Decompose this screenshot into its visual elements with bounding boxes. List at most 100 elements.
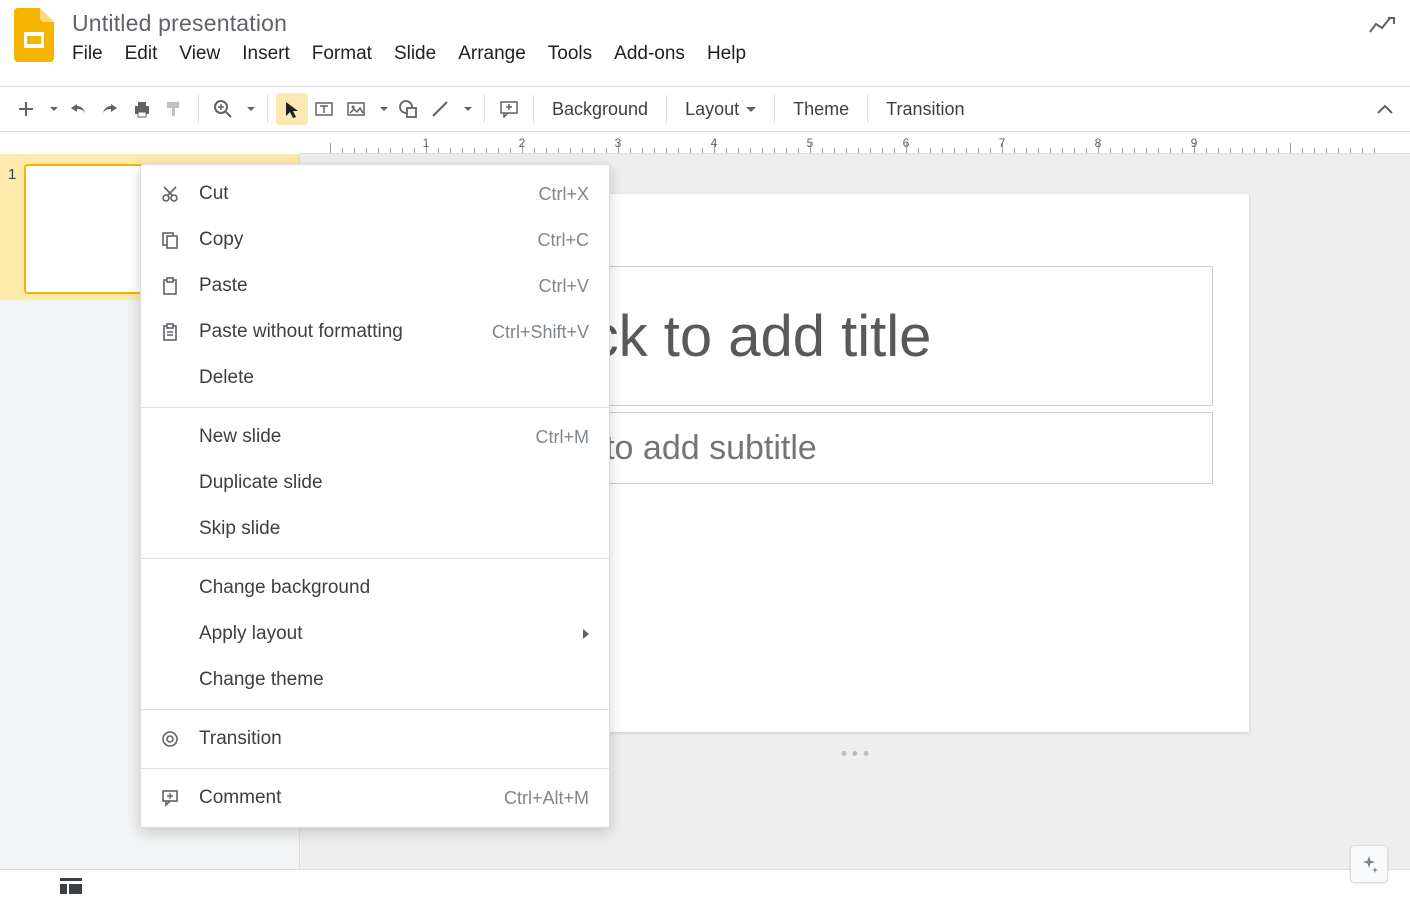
collapse-toolbar-button[interactable] (1376, 103, 1400, 115)
layout-label: Layout (685, 99, 739, 119)
blank-icon (161, 670, 187, 690)
context-copy[interactable]: Copy Ctrl+C (141, 217, 609, 263)
context-paste[interactable]: Paste Ctrl+V (141, 263, 609, 309)
ruler-tick-8: 8 (1095, 136, 1102, 150)
menu-edit[interactable]: Edit (125, 43, 158, 65)
select-tool[interactable] (276, 93, 308, 125)
ruler-tick-1: 1 (423, 136, 430, 150)
toolbar: Background Layout Theme Transition (0, 86, 1410, 132)
menu-view[interactable]: View (179, 43, 220, 65)
redo-button[interactable] (94, 93, 126, 125)
document-title[interactable]: Untitled presentation (72, 10, 1368, 37)
context-change-background[interactable]: Change background (141, 565, 609, 611)
menu-insert[interactable]: Insert (242, 43, 290, 65)
footer (0, 869, 1410, 901)
context-shortcut: Ctrl+Shift+V (492, 322, 589, 343)
context-separator (141, 407, 609, 408)
theme-button[interactable]: Theme (783, 99, 859, 120)
textbox-tool[interactable] (308, 93, 340, 125)
context-label: Comment (199, 787, 281, 809)
menu-format[interactable]: Format (312, 43, 372, 65)
context-comment[interactable]: Comment Ctrl+Alt+M (141, 775, 609, 821)
print-button[interactable] (126, 93, 158, 125)
new-slide-dropdown[interactable] (42, 93, 62, 125)
paste-plain-icon (161, 322, 187, 342)
menu-add-ons[interactable]: Add-ons (614, 43, 685, 65)
blank-icon (161, 624, 187, 644)
context-separator (141, 768, 609, 769)
context-new-slide[interactable]: New slide Ctrl+M (141, 414, 609, 460)
context-shortcut: Ctrl+V (538, 276, 589, 297)
context-delete[interactable]: Delete (141, 355, 609, 401)
zoom-dropdown[interactable] (239, 93, 259, 125)
grid-view-icon[interactable] (60, 878, 82, 894)
image-dropdown[interactable] (372, 93, 392, 125)
context-shortcut: Ctrl+X (538, 184, 589, 205)
present-icon[interactable] (1368, 16, 1396, 36)
blank-icon (161, 427, 187, 447)
ruler-tick-5: 5 (807, 136, 814, 150)
context-label: Delete (199, 367, 254, 389)
menu-arrange[interactable]: Arrange (458, 43, 526, 65)
context-change-theme[interactable]: Change theme (141, 657, 609, 703)
ruler-tick-9: 9 (1191, 136, 1198, 150)
context-shortcut: Ctrl+C (537, 230, 589, 251)
blank-icon (161, 519, 187, 539)
paint-format-button[interactable] (158, 93, 190, 125)
context-duplicate-slide[interactable]: Duplicate slide (141, 460, 609, 506)
cut-icon (161, 184, 187, 204)
context-skip-slide[interactable]: Skip slide (141, 506, 609, 552)
slides-logo[interactable] (14, 8, 54, 62)
context-label: Change background (199, 577, 370, 599)
line-dropdown[interactable] (456, 93, 476, 125)
ruler-tick-4: 4 (711, 136, 718, 150)
shape-tool[interactable] (392, 93, 424, 125)
context-label: Duplicate slide (199, 472, 323, 494)
context-paste-without-formatting[interactable]: Paste without formatting Ctrl+Shift+V (141, 309, 609, 355)
context-apply-layout[interactable]: Apply layout (141, 611, 609, 657)
explore-button[interactable] (1350, 845, 1388, 883)
context-label: Transition (199, 728, 282, 750)
zoom-button[interactable] (207, 93, 239, 125)
context-label: Skip slide (199, 518, 280, 540)
context-label: Cut (199, 183, 229, 205)
ruler-tick-3: 3 (615, 136, 622, 150)
line-tool[interactable] (424, 93, 456, 125)
context-label: Copy (199, 229, 243, 251)
menu-tools[interactable]: Tools (548, 43, 592, 65)
undo-button[interactable] (62, 93, 94, 125)
context-separator (141, 709, 609, 710)
copy-icon (161, 230, 187, 250)
context-label: Apply layout (199, 623, 303, 645)
context-label: New slide (199, 426, 281, 448)
ruler-tick-7: 7 (999, 136, 1006, 150)
blank-icon (161, 578, 187, 598)
blank-icon (161, 368, 187, 388)
thumbnail-number: 1 (8, 164, 24, 294)
header: Untitled presentation File Edit View Insert… (0, 0, 1410, 86)
context-shortcut: Ctrl+M (536, 427, 590, 448)
context-cut[interactable]: Cut Ctrl+X (141, 171, 609, 217)
speaker-notes-handle[interactable] (842, 751, 869, 756)
background-button[interactable]: Background (542, 99, 658, 120)
transition-icon (161, 729, 187, 749)
context-label: Change theme (199, 669, 324, 691)
ruler-tick-2: 2 (519, 136, 526, 150)
menu-slide[interactable]: Slide (394, 43, 436, 65)
new-slide-button[interactable] (10, 93, 42, 125)
comment-tool[interactable] (493, 93, 525, 125)
layout-button[interactable]: Layout (675, 99, 766, 120)
blank-icon (161, 473, 187, 493)
paste-icon (161, 276, 187, 296)
menu-file[interactable]: File (72, 43, 103, 65)
transition-button[interactable]: Transition (876, 99, 974, 120)
horizontal-ruler: 1 2 3 4 5 6 7 8 9 (300, 132, 1410, 154)
context-transition[interactable]: Transition (141, 716, 609, 762)
comment-icon (161, 788, 187, 808)
ruler-tick-6: 6 (903, 136, 910, 150)
context-label: Paste without formatting (199, 321, 403, 343)
image-tool[interactable] (340, 93, 372, 125)
menu-help[interactable]: Help (707, 43, 746, 65)
context-label: Paste (199, 275, 248, 297)
context-shortcut: Ctrl+Alt+M (504, 788, 589, 809)
